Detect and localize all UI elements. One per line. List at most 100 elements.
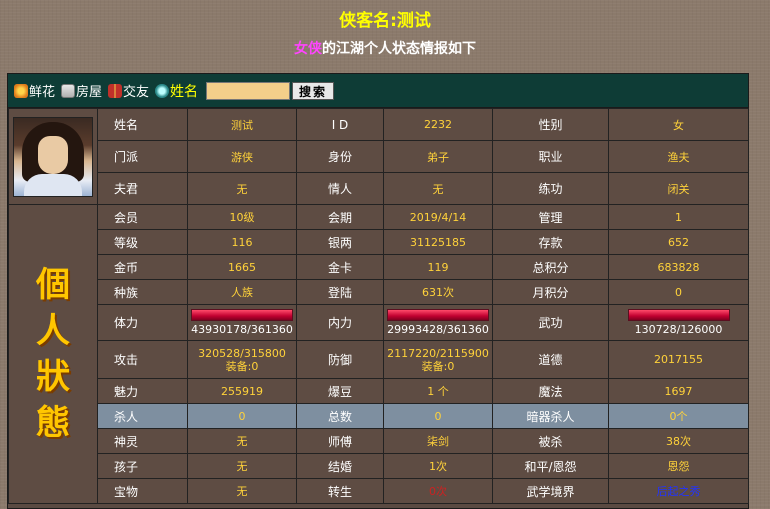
mp-value: 29993428/361360: [387, 323, 489, 336]
field-value: 31125185: [383, 229, 493, 255]
field-value: 0: [608, 279, 749, 305]
flower-button[interactable]: 鲜花: [14, 81, 55, 100]
subtitle-text: 的江湖个人状态情报如下: [322, 41, 476, 57]
martial-realm-value: 后起之秀: [608, 478, 749, 504]
field-value: 631次: [383, 279, 493, 305]
attack-label: 攻击: [97, 340, 188, 379]
morality-label: 道德: [492, 340, 609, 379]
mp-bar: [387, 309, 489, 321]
field-label: 宝物: [97, 478, 188, 504]
name-label: 姓名: [170, 83, 199, 100]
field-value: 1665: [187, 254, 297, 280]
field-value: 测试: [187, 108, 297, 141]
field-label: 练功: [492, 172, 609, 205]
field-label: 职业: [492, 140, 609, 173]
status-banner: 個 人 狀 態: [8, 204, 98, 504]
field-value: 1: [608, 204, 749, 230]
defense-value: 2117220/2115900 装备:0: [383, 340, 493, 379]
field-label: 登陆: [296, 279, 384, 305]
field-value: 1697: [608, 378, 749, 404]
field-label: 夫君: [97, 172, 188, 205]
search-button[interactable]: 搜索: [292, 81, 335, 100]
attack-value: 320528/315800 装备:0: [187, 340, 297, 379]
gift-icon: [108, 83, 123, 98]
field-label: 管理: [492, 204, 609, 230]
field-value: 人族: [187, 279, 297, 305]
field-value: 弟子: [383, 140, 493, 173]
field-value: 0: [187, 403, 297, 429]
field-label: I D: [296, 108, 384, 141]
portrait-cell: [8, 108, 98, 205]
house-icon: [61, 83, 76, 98]
hp-bar-cell: 43930178/361360: [187, 304, 297, 341]
search-icon: [155, 83, 170, 98]
field-label: 暗器杀人: [492, 403, 609, 429]
status-panel: 鲜花 房屋 交友 姓名 搜索 姓名 测试 I D 2232 性别 女 门派 游侠…: [7, 73, 749, 509]
field-value: 无: [187, 478, 297, 504]
field-value: 2019/4/14: [383, 204, 493, 230]
field-label: 性别: [492, 108, 609, 141]
field-label: 武学境界: [492, 478, 609, 504]
field-value: 无: [383, 172, 493, 205]
field-value: 0: [383, 403, 493, 429]
field-label: 被杀: [492, 428, 609, 454]
field-label: 银两: [296, 229, 384, 255]
rebirth-value: 0次: [383, 478, 493, 504]
wugong-bar: [627, 309, 730, 321]
subtitle-gender: 女侠: [294, 41, 322, 57]
friend-button[interactable]: 交友: [108, 81, 149, 100]
field-label: 总数: [296, 403, 384, 429]
field-value: 255919: [187, 378, 297, 404]
hp-label: 体力: [97, 304, 188, 341]
field-label: 杀人: [97, 403, 188, 429]
field-label: 会员: [97, 204, 188, 230]
field-value: 683828: [608, 254, 749, 280]
field-label: 魅力: [97, 378, 188, 404]
field-value: 10级: [187, 204, 297, 230]
kill-row: 杀人 0 总数 0 暗器杀人 0个: [9, 403, 749, 429]
field-label: 结婚: [296, 453, 384, 479]
field-label: 转生: [296, 478, 384, 504]
field-label: 和平/恩怨: [492, 453, 609, 479]
field-label: 月积分: [492, 279, 609, 305]
field-value: 38次: [608, 428, 749, 454]
field-value: 无: [187, 428, 297, 454]
field-label: 金卡: [296, 254, 384, 280]
field-label: 爆豆: [296, 378, 384, 404]
field-label: 门派: [97, 140, 188, 173]
field-value: 652: [608, 229, 749, 255]
field-value: 闭关: [608, 172, 749, 205]
field-value: 无: [187, 453, 297, 479]
status-banner-text: 個 人 狀 態: [36, 265, 70, 443]
defense-label: 防御: [296, 340, 384, 379]
hp-value: 43930178/361360: [191, 323, 293, 336]
info-table: 姓名 测试 I D 2232 性别 女 门派 游侠 身份 弟子 职业 渔夫 夫君…: [8, 108, 749, 504]
field-value: 0个: [608, 403, 749, 429]
wugong-value: 130728/126000: [634, 323, 723, 336]
field-label: 等级: [97, 229, 188, 255]
name-search-input[interactable]: [206, 81, 291, 100]
mp-bar-cell: 29993428/361360: [383, 304, 493, 341]
name-search-link[interactable]: 姓名: [155, 81, 198, 101]
field-label: 孩子: [97, 453, 188, 479]
toolbar: 鲜花 房屋 交友 姓名 搜索: [8, 74, 748, 108]
field-label: 金币: [97, 254, 188, 280]
field-value: 渔夫: [608, 140, 749, 173]
field-value: 119: [383, 254, 493, 280]
field-value: 116: [187, 229, 297, 255]
field-value: 女: [608, 108, 749, 141]
flower-label: 鲜花: [29, 85, 56, 100]
avatar: [13, 116, 93, 197]
field-value: 柒剑: [383, 428, 493, 454]
field-value: 1 个: [383, 378, 493, 404]
field-value: 无: [187, 172, 297, 205]
field-label: 会期: [296, 204, 384, 230]
wugong-bar-cell: 130728/126000: [608, 304, 749, 341]
field-value: 1次: [383, 453, 493, 479]
house-button[interactable]: 房屋: [61, 81, 102, 100]
house-label: 房屋: [76, 85, 103, 100]
field-label: 身份: [296, 140, 384, 173]
field-label: 种族: [97, 279, 188, 305]
field-value: 2232: [383, 108, 493, 141]
field-label: 魔法: [492, 378, 609, 404]
